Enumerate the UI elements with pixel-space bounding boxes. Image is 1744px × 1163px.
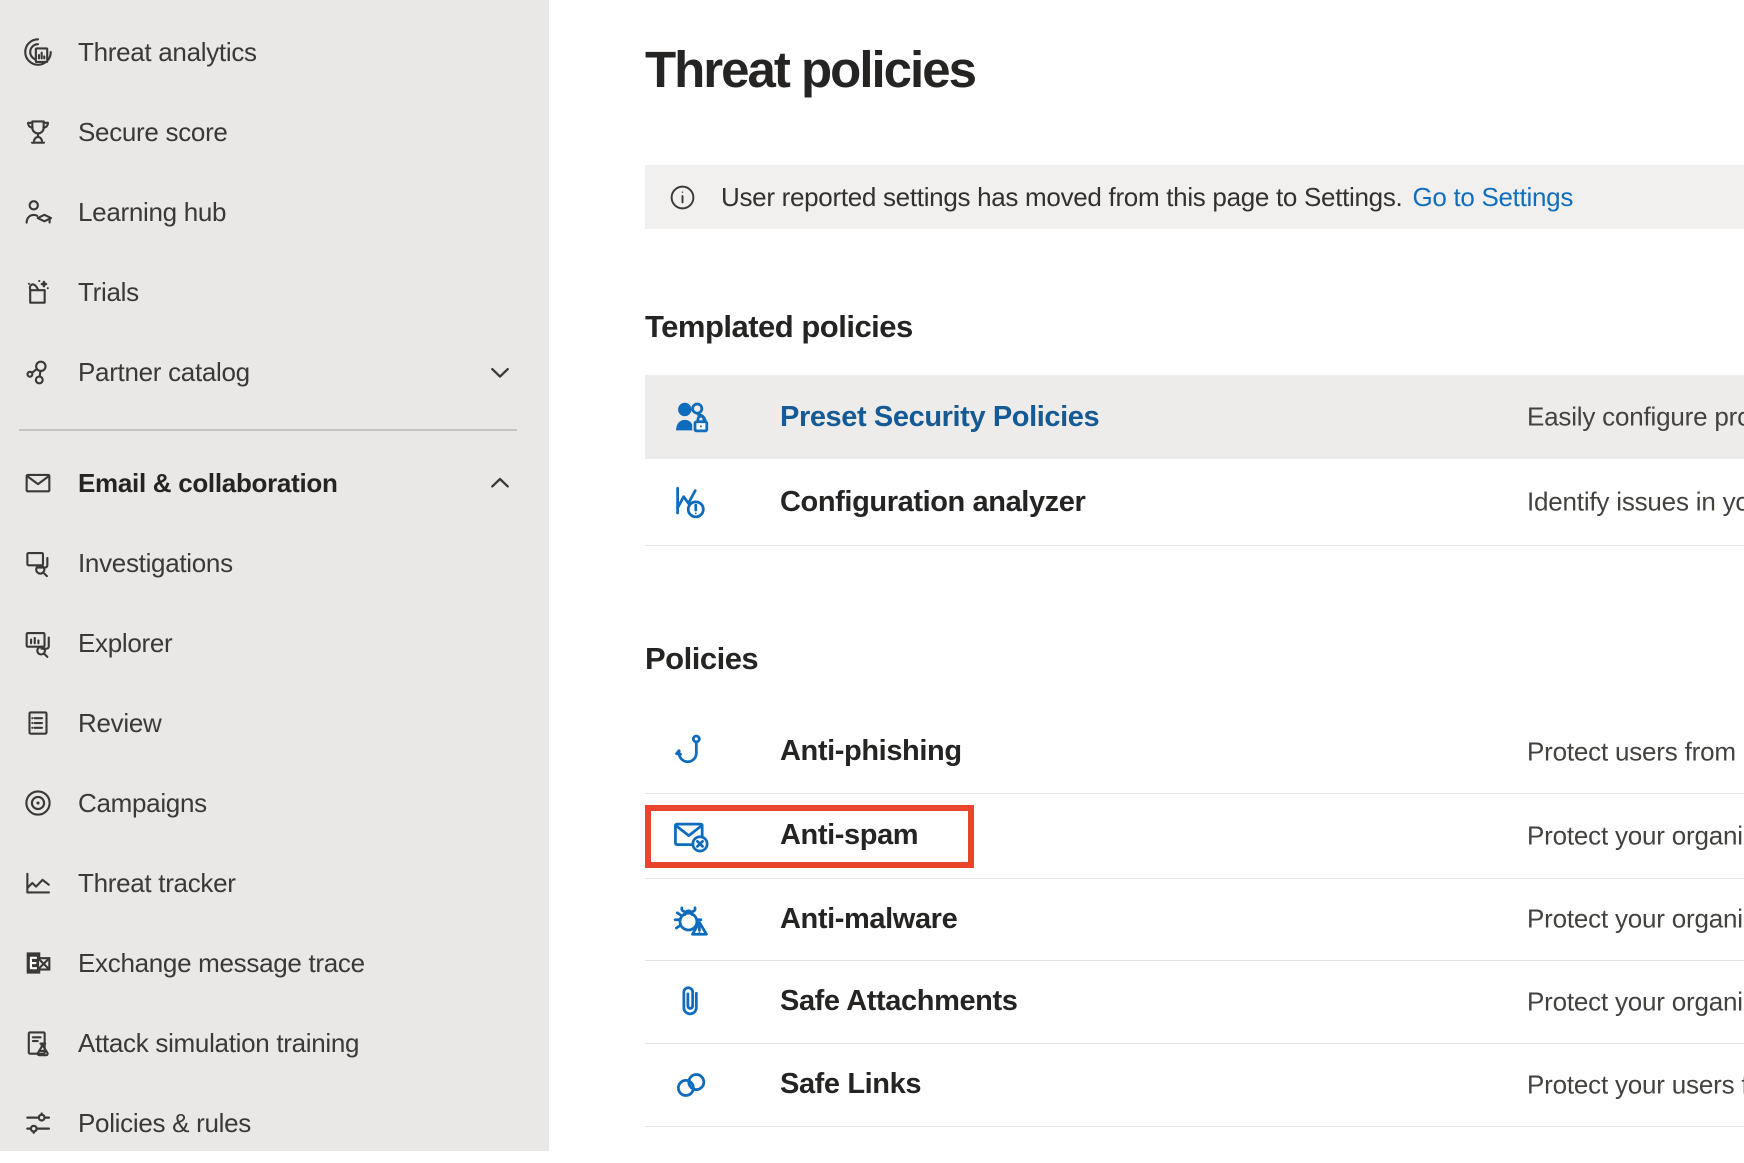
sidebar-item-threat-tracker[interactable]: Threat tracker <box>0 843 549 923</box>
policy-row-safe-attachments[interactable]: Safe Attachments Protect your organiz <box>645 960 1744 1044</box>
sidebar-item-label: Threat tracker <box>78 868 236 899</box>
policy-description: Easily configure prot <box>1527 402 1744 433</box>
anti-malware-icon <box>669 897 713 941</box>
sidebar-item-trials[interactable]: Trials <box>0 252 549 332</box>
sidebar-nav: Threat analytics Secure score Learning hub… <box>0 0 549 1151</box>
review-icon <box>21 706 55 740</box>
chevron-down-icon[interactable] <box>484 356 516 388</box>
threat-analytics-icon <box>21 35 55 69</box>
policy-description: Protect your users fr <box>1527 1069 1744 1100</box>
secure-score-icon <box>21 115 55 149</box>
sidebar-item-policies-rules[interactable]: Policies & rules <box>0 1083 549 1163</box>
policy-description: Protect your organiz <box>1527 904 1744 935</box>
sidebar-divider <box>19 429 517 431</box>
sidebar-item-label: Attack simulation training <box>78 1028 359 1059</box>
sidebar-item-label: Secure score <box>78 117 228 148</box>
campaigns-icon <box>21 786 55 820</box>
sidebar-item-label: Threat analytics <box>78 37 257 68</box>
main-content: Threat policies User reported settings h… <box>549 0 1744 1151</box>
email-collaboration-icon <box>21 466 55 500</box>
sidebar-item-secure-score[interactable]: Secure score <box>0 92 549 172</box>
policy-row-configuration-analyzer[interactable]: Configuration analyzer Identify issues in… <box>645 459 1744 546</box>
policy-label-anti-malware: Anti-malware <box>780 903 957 936</box>
sidebar-item-exchange-message-trace[interactable]: Exchange message trace <box>0 923 549 1003</box>
policy-label-anti-spam: Anti-spam <box>780 819 918 852</box>
sidebar-item-label: Partner catalog <box>78 357 250 388</box>
preset-security-icon <box>669 395 713 439</box>
info-banner: User reported settings has moved from th… <box>645 165 1744 229</box>
anti-spam-icon <box>669 814 713 858</box>
policy-description: Protect your organiz <box>1527 820 1744 851</box>
safe-links-icon <box>669 1063 713 1107</box>
chevron-up-icon[interactable] <box>484 467 516 499</box>
sidebar-item-label: Explorer <box>78 628 172 659</box>
explorer-icon <box>21 626 55 660</box>
info-icon <box>668 183 697 212</box>
sidebar-item-label: Campaigns <box>78 788 207 819</box>
investigations-icon <box>21 546 55 580</box>
threat-tracker-icon <box>21 866 55 900</box>
policy-label-preset-security-policies[interactable]: Preset Security Policies <box>780 401 1099 434</box>
policy-label-safe-attachments: Safe Attachments <box>780 985 1017 1018</box>
sidebar-item-threat-analytics[interactable]: Threat analytics <box>0 12 549 92</box>
sidebar-item-partner-catalog[interactable]: Partner catalog <box>0 332 549 412</box>
sidebar-item-review[interactable]: Review <box>0 683 549 763</box>
sidebar-item-campaigns[interactable]: Campaigns <box>0 763 549 843</box>
policy-description: Protect users from p <box>1527 736 1744 767</box>
safe-attachments-icon <box>669 980 713 1024</box>
policy-row-preset-security-policies[interactable]: Preset Security Policies Easily configure… <box>645 375 1744 459</box>
policy-label-anti-phishing: Anti-phishing <box>780 735 962 768</box>
policy-row-anti-malware[interactable]: Anti-malware Protect your organiz <box>645 878 1744 961</box>
policies-rules-icon <box>21 1106 55 1140</box>
go-to-settings-link[interactable]: Go to Settings <box>1412 182 1573 213</box>
trials-icon <box>21 275 55 309</box>
sidebar-item-label: Policies & rules <box>78 1108 251 1139</box>
exchange-icon <box>21 946 55 980</box>
policy-label-configuration-analyzer: Configuration analyzer <box>780 486 1085 519</box>
sidebar-item-label: Exchange message trace <box>78 948 365 979</box>
section-heading-policies: Policies <box>645 641 758 677</box>
sidebar-item-investigations[interactable]: Investigations <box>0 523 549 603</box>
policy-description: Identify issues in you <box>1527 487 1744 518</box>
sidebar-item-label: Trials <box>78 277 139 308</box>
sidebar-item-label: Learning hub <box>78 197 226 228</box>
sidebar-item-explorer[interactable]: Explorer <box>0 603 549 683</box>
learning-hub-icon <box>21 195 55 229</box>
policy-row-safe-links[interactable]: Safe Links Protect your users fr <box>645 1043 1744 1127</box>
sidebar-item-label: Review <box>78 708 161 739</box>
policy-row-anti-phishing[interactable]: Anti-phishing Protect users from p <box>645 710 1744 794</box>
attack-simulation-icon <box>21 1026 55 1060</box>
sidebar-item-label: Email & collaboration <box>78 468 338 499</box>
sidebar-item-label: Investigations <box>78 548 233 579</box>
policy-label-safe-links: Safe Links <box>780 1068 921 1101</box>
configuration-analyzer-icon <box>669 480 713 524</box>
section-heading-templated-policies: Templated policies <box>645 309 913 345</box>
policy-row-anti-spam[interactable]: Anti-spam Protect your organiz <box>645 793 1744 879</box>
sidebar-item-learning-hub[interactable]: Learning hub <box>0 172 549 252</box>
page-title: Threat policies <box>645 40 975 99</box>
anti-phishing-icon <box>669 730 713 774</box>
partner-catalog-icon <box>21 355 55 389</box>
policy-description: Protect your organiz <box>1527 986 1744 1017</box>
sidebar-item-attack-simulation-training[interactable]: Attack simulation training <box>0 1003 549 1083</box>
banner-text: User reported settings has moved from th… <box>721 182 1402 213</box>
sidebar-item-email-collaboration[interactable]: Email & collaboration <box>0 443 549 523</box>
